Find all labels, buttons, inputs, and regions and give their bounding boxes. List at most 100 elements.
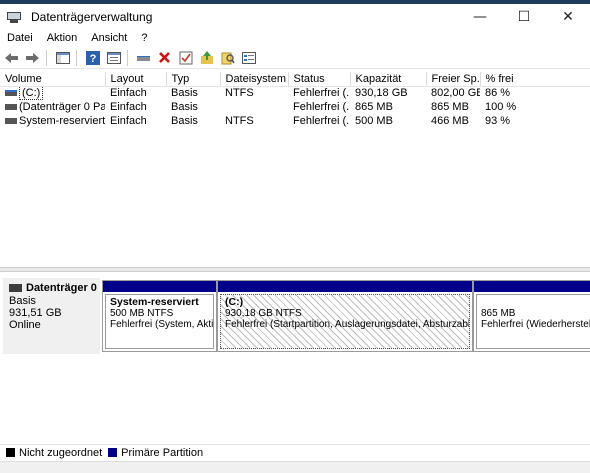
partition-size: 500 MB NTFS: [110, 308, 174, 319]
column-header-volume[interactable]: Volume: [0, 72, 106, 87]
partition-status: Fehlerfrei (Startpartition, Auslagerungs…: [225, 319, 469, 330]
check-icon[interactable]: [176, 49, 195, 67]
partition-status: Fehlerfrei (System, Aktiv, Primäre Parti…: [110, 319, 214, 330]
legend-primary-label: Primäre Partition: [121, 446, 204, 459]
layout-cell: Einfach: [110, 87, 147, 100]
typ-cell: Basis: [171, 115, 198, 127]
delete-icon[interactable]: [155, 49, 174, 67]
table-row[interactable]: (C:) Einfach Basis NTFS Fehlerfrei (... …: [0, 86, 590, 100]
legend: Nicht zugeordnet Primäre Partition: [0, 444, 590, 460]
partition-bar: [474, 281, 590, 292]
toolbar-separator: [76, 49, 77, 66]
column-header-prozent-frei[interactable]: % frei: [480, 72, 590, 87]
menu-datei[interactable]: Datei: [0, 32, 40, 44]
freier-speicher-cell: 865 MB: [431, 101, 469, 113]
search-icon[interactable]: [218, 49, 237, 67]
help-icon[interactable]: ?: [83, 49, 102, 67]
legend-unallocated-swatch: [6, 448, 15, 457]
kapazitaet-cell: 930,18 GB: [355, 87, 408, 100]
close-button[interactable]: ✕: [546, 4, 590, 30]
partition-system-reserved[interactable]: System-reserviert 500 MB NTFS Fehlerfrei…: [102, 280, 217, 352]
typ-cell: Basis: [171, 101, 198, 113]
legend-primary-swatch: [108, 448, 118, 457]
layout-cell: Einfach: [110, 115, 147, 127]
disk-state: Online: [9, 319, 41, 331]
disk-info[interactable]: Datenträger 0 Basis 931,51 GB Online: [3, 278, 100, 354]
partition-body-selected: (C:) 930,18 GB NTFS Fehlerfrei (Startpar…: [220, 294, 470, 349]
console-tree-icon[interactable]: [53, 49, 72, 67]
disk-management-icon: [7, 10, 23, 24]
volume-icon: [5, 104, 17, 111]
forward-arrow-icon[interactable]: [23, 49, 42, 67]
status-cell: Fehlerfrei (...: [293, 115, 350, 127]
kapazitaet-cell: 865 MB: [355, 101, 393, 113]
partition-recovery[interactable]: 865 MB Fehlerfrei (Wiederherstellungspar…: [473, 280, 590, 352]
dateisystem-cell: NTFS: [225, 87, 254, 100]
column-header-kapazitaet[interactable]: Kapazität: [350, 72, 427, 87]
column-header-status[interactable]: Status: [288, 72, 351, 87]
details-icon[interactable]: [239, 49, 258, 67]
table-row[interactable]: System-reserviert Einfach Basis NTFS Feh…: [0, 114, 590, 128]
menu-ansicht[interactable]: Ansicht: [84, 32, 134, 44]
partition-name: (C:): [225, 296, 244, 308]
back-arrow-icon[interactable]: [2, 49, 21, 67]
toolbar: ?: [0, 47, 590, 69]
volume-list: Volume Layout Typ Dateisystem Status Kap…: [0, 72, 590, 128]
partition-c[interactable]: (C:) 930,18 GB NTFS Fehlerfrei (Startpar…: [217, 280, 473, 352]
disk-row: Datenträger 0 Basis 931,51 GB Online Sys…: [0, 275, 590, 355]
volume-list-header: Volume Layout Typ Dateisystem Status Kap…: [0, 72, 590, 87]
dateisystem-cell: [220, 100, 288, 114]
minimize-button[interactable]: —: [458, 4, 502, 30]
status-cell: Fehlerfrei (...: [293, 87, 350, 100]
partition-size: 930,18 GB NTFS: [225, 308, 302, 319]
import-icon[interactable]: [197, 49, 216, 67]
menu-aktion[interactable]: Aktion: [40, 32, 85, 44]
title-bar: Datenträgerverwaltung — ☐ ✕: [0, 4, 590, 30]
maximize-button[interactable]: ☐: [502, 4, 546, 30]
menu-bar: Datei Aktion Ansicht ?: [0, 30, 590, 46]
volume-cell[interactable]: (C:): [0, 86, 105, 100]
column-header-freier-speicher[interactable]: Freier Sp...: [426, 72, 481, 87]
column-header-dateisystem[interactable]: Dateisystem: [220, 72, 289, 87]
volume-name: (C:): [19, 86, 44, 100]
window-title: Datenträgerverwaltung: [31, 10, 153, 24]
typ-cell: Basis: [171, 87, 198, 100]
partition-body: System-reserviert 500 MB NTFS Fehlerfrei…: [105, 294, 214, 349]
partition-size: 865 MB: [481, 308, 516, 319]
toolbar-separator: [127, 49, 128, 66]
partition-bar: [103, 281, 216, 292]
legend-unallocated-label: Nicht zugeordnet: [19, 446, 103, 459]
disk-size: 931,51 GB: [9, 307, 62, 319]
partition-body: 865 MB Fehlerfrei (Wiederherstellungspar…: [476, 294, 590, 349]
volume-name: (Datenträger 0 Par...: [19, 101, 105, 113]
disk-name: Datenträger 0: [26, 282, 97, 294]
volume-name: System-reserviert: [19, 115, 105, 127]
freier-speicher-cell: 802,00 GB: [431, 87, 480, 100]
volume-icon: [5, 118, 17, 125]
volume-cell[interactable]: (Datenträger 0 Par...: [0, 100, 105, 114]
partition-bar: [218, 281, 472, 292]
connect-drive-icon[interactable]: [134, 49, 153, 67]
disk-icon: [9, 284, 22, 292]
prozent-frei-cell: 100 %: [485, 101, 517, 113]
column-header-layout[interactable]: Layout: [105, 72, 167, 87]
partition-name: System-reserviert: [110, 296, 199, 308]
volume-icon: [5, 90, 17, 97]
pane-splitter[interactable]: [0, 267, 590, 272]
column-header-typ[interactable]: Typ: [166, 72, 221, 87]
svg-text:?: ?: [89, 53, 96, 65]
prozent-frei-cell: 86 %: [485, 87, 511, 100]
freier-speicher-cell: 466 MB: [431, 115, 469, 127]
dateisystem-cell: NTFS: [225, 115, 254, 127]
toolbar-separator: [46, 49, 47, 66]
prozent-frei-cell: 93 %: [485, 115, 511, 127]
partition-status: Fehlerfrei (Wiederherstellungspartition): [481, 319, 590, 330]
properties-icon[interactable]: [104, 49, 123, 67]
status-cell: Fehlerfrei (...: [293, 101, 350, 113]
kapazitaet-cell: 500 MB: [355, 115, 393, 127]
layout-cell: Einfach: [110, 101, 147, 113]
volume-cell[interactable]: System-reserviert: [0, 114, 105, 128]
menu-help[interactable]: ?: [134, 32, 154, 44]
table-row[interactable]: (Datenträger 0 Par... Einfach Basis Fehl…: [0, 100, 590, 114]
status-bar: [0, 461, 590, 473]
